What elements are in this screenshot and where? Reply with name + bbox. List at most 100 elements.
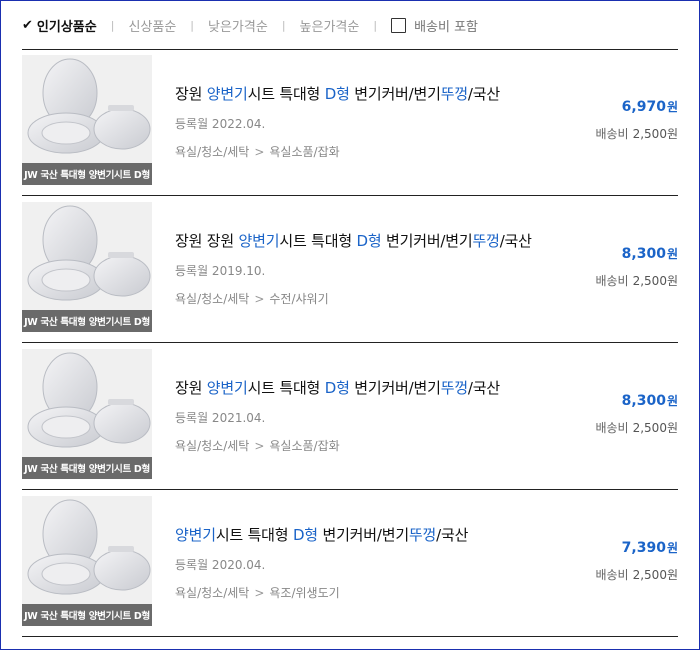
shipping-fee: 배송비 2,500원: [595, 125, 678, 142]
title-text: 시트 특대형: [279, 232, 357, 250]
separator: |: [110, 18, 115, 32]
thumbnail-caption: JW 국산 특대형 양변기시트 D형: [22, 457, 152, 479]
title-text: 장원: [175, 379, 207, 397]
title-text: 시트 특대형: [247, 85, 325, 103]
title-keyword-highlight: 뚜껑: [472, 232, 500, 250]
price: 8,300원: [622, 245, 678, 262]
shipping-included-toggle[interactable]: 배송비 포함: [391, 16, 478, 35]
shipping-toggle-label: 배송비 포함: [414, 19, 478, 35]
category-level-2[interactable]: 수전/샤워기: [269, 292, 328, 306]
category-level-1[interactable]: 욕실/청소/세탁: [175, 586, 249, 600]
shipping-fee: 배송비 2,500원: [595, 272, 678, 289]
shipping-fee: 배송비 2,500원: [595, 566, 678, 583]
title-keyword-highlight: D형: [324, 85, 350, 103]
registration-date: 등록월 2020.04.: [175, 558, 266, 572]
title-text: /국산: [467, 379, 500, 397]
title-text: 변기커버/변기: [349, 85, 441, 103]
product-item[interactable]: JW 국산 특대형 양변기시트 D형 양변기시트 특대형 D형 변기커버/변기뚜…: [22, 490, 678, 637]
shipping-amount: 2,500원: [632, 421, 678, 435]
price-unit: 원: [666, 247, 678, 261]
product-thumbnail[interactable]: JW 국산 특대형 양변기시트 D형: [22, 349, 152, 479]
shipping-label: 배송비: [595, 274, 629, 288]
title-text: 시트 특대형: [247, 379, 325, 397]
price-unit: 원: [666, 394, 678, 408]
product-item[interactable]: JW 국산 특대형 양변기시트 D형 장원 양변기시트 특대형 D형 변기커버/…: [22, 49, 678, 196]
title-keyword-highlight: 뚜껑: [440, 379, 468, 397]
title-keyword-highlight: D형: [356, 232, 382, 250]
product-title[interactable]: 양변기시트 특대형 D형 변기커버/변기뚜껑/국산: [175, 524, 468, 545]
title-keyword-highlight: D형: [292, 526, 318, 544]
thumbnail-caption: JW 국산 특대형 양변기시트 D형: [22, 310, 152, 332]
shipping-label: 배송비: [595, 568, 629, 582]
price: 6,970원: [622, 98, 678, 115]
category-arrow-icon: >: [254, 586, 265, 600]
title-text: 변기커버/변기: [349, 379, 441, 397]
shipping-amount: 2,500원: [632, 568, 678, 582]
price-value: 6,970: [621, 99, 666, 115]
shipping-amount: 2,500원: [632, 274, 678, 288]
title-text: /국산: [467, 85, 500, 103]
title-keyword-highlight: 양변기: [175, 526, 216, 544]
product-list: JW 국산 특대형 양변기시트 D형 장원 양변기시트 특대형 D형 변기커버/…: [22, 49, 678, 637]
registration-date: 등록월 2021.04.: [175, 411, 266, 425]
check-icon: ✔: [22, 17, 33, 33]
price-unit: 원: [666, 541, 678, 555]
separator: |: [281, 18, 286, 32]
price: 7,390원: [622, 539, 678, 556]
title-text: /국산: [499, 232, 532, 250]
price-value: 8,300: [621, 246, 666, 262]
price-unit: 원: [666, 100, 678, 114]
category-arrow-icon: >: [254, 439, 265, 453]
title-keyword-highlight: 뚜껑: [408, 526, 437, 544]
category-path: 욕실/청소/세탁 > 수전/샤워기: [175, 290, 329, 307]
thumbnail-caption: JW 국산 특대형 양변기시트 D형: [22, 163, 152, 185]
thumbnail-caption: JW 국산 특대형 양변기시트 D형: [22, 604, 152, 626]
title-text: /국산: [436, 526, 469, 544]
category-level-1[interactable]: 욕실/청소/세탁: [175, 145, 249, 159]
category-path: 욕실/청소/세탁 > 욕실소품/잡화: [175, 437, 340, 454]
title-keyword-highlight: D형: [324, 379, 350, 397]
title-keyword-highlight: 양변기: [238, 232, 280, 250]
title-keyword-highlight: 양변기: [206, 379, 248, 397]
product-title[interactable]: 장원 양변기시트 특대형 D형 변기커버/변기뚜껑/국산: [175, 83, 500, 104]
product-title[interactable]: 장원 양변기시트 특대형 D형 변기커버/변기뚜껑/국산: [175, 377, 500, 398]
title-keyword-highlight: 양변기: [206, 85, 248, 103]
title-text: 변기커버/변기: [381, 232, 473, 250]
sort-bar: ✔ 인기상품순 | 신상품순 | 낮은가격순 | 높은가격순 | 배송비 포함: [22, 1, 678, 50]
category-level-1[interactable]: 욕실/청소/세탁: [175, 439, 249, 453]
category-level-2[interactable]: 욕조/위생도기: [269, 586, 339, 600]
sort-popular[interactable]: 인기상품순: [37, 16, 97, 35]
category-level-2[interactable]: 욕실소품/잡화: [269, 145, 339, 159]
title-text: 장원: [175, 85, 207, 103]
registration-date: 등록월 2019.10.: [175, 264, 266, 278]
price-value: 7,390: [621, 540, 666, 556]
shipping-amount: 2,500원: [632, 127, 678, 141]
category-level-2[interactable]: 욕실소품/잡화: [269, 439, 339, 453]
title-text: 변기커버/변기: [317, 526, 409, 544]
title-text: 장원 장원: [175, 232, 239, 250]
title-text: 시트 특대형: [215, 526, 293, 544]
category-arrow-icon: >: [254, 292, 265, 306]
shipping-fee: 배송비 2,500원: [595, 419, 678, 436]
separator: |: [373, 18, 378, 32]
price: 8,300원: [622, 392, 678, 409]
registration-date: 등록월 2022.04.: [175, 117, 266, 131]
sort-price-low[interactable]: 낮은가격순: [208, 16, 268, 35]
product-thumbnail[interactable]: JW 국산 특대형 양변기시트 D형: [22, 202, 152, 332]
category-arrow-icon: >: [254, 145, 265, 159]
product-thumbnail[interactable]: JW 국산 특대형 양변기시트 D형: [22, 55, 152, 185]
shipping-label: 배송비: [595, 421, 629, 435]
shipping-label: 배송비: [595, 127, 629, 141]
sort-price-high[interactable]: 높은가격순: [300, 16, 360, 35]
product-item[interactable]: JW 국산 특대형 양변기시트 D형 장원 장원 양변기시트 특대형 D형 변기…: [22, 196, 678, 343]
separator: |: [190, 18, 194, 32]
sort-newest[interactable]: 신상품순: [128, 16, 176, 35]
category-level-1[interactable]: 욕실/청소/세탁: [175, 292, 249, 306]
product-item[interactable]: JW 국산 특대형 양변기시트 D형 장원 양변기시트 특대형 D형 변기커버/…: [22, 343, 678, 490]
category-path: 욕실/청소/세탁 > 욕실소품/잡화: [175, 143, 340, 160]
category-path: 욕실/청소/세탁 > 욕조/위생도기: [175, 584, 340, 601]
product-title[interactable]: 장원 장원 양변기시트 특대형 D형 변기커버/변기뚜껑/국산: [175, 230, 532, 251]
shipping-checkbox[interactable]: [391, 17, 407, 33]
product-thumbnail[interactable]: JW 국산 특대형 양변기시트 D형: [22, 496, 152, 626]
price-value: 8,300: [621, 393, 666, 409]
